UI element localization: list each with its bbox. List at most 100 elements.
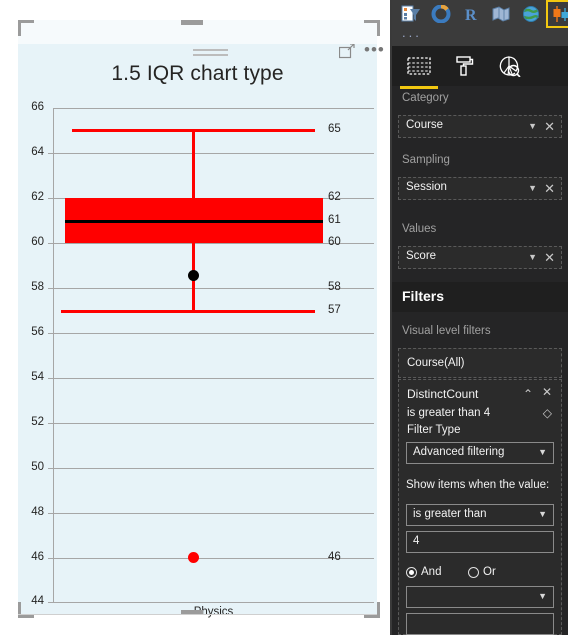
box-whisker-visual-icon[interactable]: [546, 0, 568, 28]
y-axis-label-48: 48: [31, 506, 44, 518]
data-label-outlier: 46: [328, 551, 341, 563]
power-bi-report-window: ••• 1.5 IQR chart type 66 64 62 60 58 56…: [0, 0, 568, 635]
gridline-48: [53, 513, 374, 514]
filter-second-operand-input[interactable]: [406, 613, 554, 635]
gridline-64: [53, 153, 374, 154]
tab-fields-underline: [400, 86, 438, 89]
report-canvas[interactable]: ••• 1.5 IQR chart type 66 64 62 60 58 56…: [0, 0, 392, 635]
well-sampling-value: Session: [406, 181, 447, 193]
shape-map-icon[interactable]: [488, 2, 514, 26]
outlier-marker[interactable]: [188, 552, 199, 563]
gridline-66: [53, 108, 374, 109]
box-whisker-visual[interactable]: ••• 1.5 IQR chart type 66 64 62 60 58 56…: [18, 20, 384, 618]
radio-or[interactable]: Or: [468, 566, 512, 580]
mean-marker[interactable]: [188, 270, 199, 281]
plot-area: 66 64 62 60 58 56 54 52 50 48 46 44 65 6…: [18, 20, 377, 618]
well-category-value: Course: [406, 119, 444, 131]
filter-condition-text: is greater than 4: [407, 407, 491, 419]
data-label-upper-whisker: 65: [328, 123, 341, 135]
y-axis-label-58: 58: [31, 281, 44, 293]
gridline-52: [53, 423, 374, 424]
well-category-chevron-down-icon[interactable]: ▼: [528, 121, 537, 131]
filter-operand-input[interactable]: 4: [406, 531, 554, 553]
well-category[interactable]: Course ▼ ✕: [398, 115, 562, 138]
y-axis-label-62: 62: [31, 191, 44, 203]
resize-handle-top-left[interactable]: [18, 20, 34, 36]
svg-text:R: R: [465, 7, 477, 23]
radio-or-outer-circle: [468, 567, 479, 578]
radio-or-label: Or: [483, 566, 496, 578]
filter-operator-chevron-down-icon: ▼: [538, 509, 547, 519]
visualizations-pane: R ... Category Course ▼ ✕ Sampling Sessi…: [392, 0, 568, 635]
well-label-values: Values: [402, 223, 437, 235]
resize-handle-top[interactable]: [181, 20, 203, 25]
resize-handle-bottom-left[interactable]: [18, 602, 34, 618]
well-sampling-close-icon[interactable]: ✕: [544, 180, 555, 198]
clear-filter-eraser-icon[interactable]: ◇: [543, 406, 552, 420]
y-axis-label-46: 46: [31, 551, 44, 563]
resize-handle-top-right[interactable]: [364, 20, 380, 36]
well-sampling-chevron-down-icon[interactable]: ▼: [528, 183, 537, 193]
globe-map-icon[interactable]: [518, 2, 544, 26]
data-label-median: 61: [328, 214, 341, 226]
filter-operand-value: 4: [413, 535, 420, 547]
show-items-label: Show items when the value:: [406, 479, 550, 491]
well-values-value: Score: [406, 250, 437, 262]
filter-card-course[interactable]: Course(All): [398, 348, 562, 378]
tab-fields[interactable]: [400, 52, 438, 80]
donut-chart-icon[interactable]: [428, 2, 454, 26]
upper-whisker-stem: [192, 129, 195, 200]
gallery-more-icon[interactable]: ...: [402, 26, 422, 39]
resize-handle-bottom-right[interactable]: [364, 602, 380, 618]
filter-card-title: DistinctCount: [407, 387, 479, 401]
visualization-gallery: R ...: [392, 0, 568, 46]
x-axis-category-label: Physics: [193, 606, 234, 618]
well-sampling[interactable]: Session ▼ ✕: [398, 177, 562, 200]
filter-second-operator-chevron-down-icon: ▼: [538, 591, 547, 601]
r-script-visual-icon[interactable]: R: [458, 2, 484, 26]
y-axis-label-52: 52: [31, 416, 44, 428]
filter-second-operator-dropdown[interactable]: ▼: [406, 586, 554, 608]
filter-card-course-title: Course(All): [407, 357, 465, 369]
well-values-close-icon[interactable]: ✕: [544, 249, 555, 267]
data-label-q3: 62: [328, 191, 341, 203]
filter-type-chevron-down-icon: ▼: [538, 447, 547, 457]
tab-analytics[interactable]: [490, 52, 528, 80]
x-axis-line: [53, 602, 374, 603]
filters-header: Filters: [392, 282, 568, 312]
y-axis-label-54: 54: [31, 371, 44, 383]
remove-filter-close-icon[interactable]: ✕: [542, 385, 552, 399]
well-label-category: Category: [402, 92, 449, 104]
funnel-chart-icon[interactable]: [398, 2, 424, 26]
well-values-chevron-down-icon[interactable]: ▼: [528, 252, 537, 262]
y-axis-label-50: 50: [31, 461, 44, 473]
radio-and-inner-dot: [409, 570, 414, 575]
filter-type-dropdown[interactable]: Advanced filtering ▼: [406, 442, 554, 464]
y-axis-line: [53, 108, 54, 602]
collapse-chevron-up-icon[interactable]: ⌃: [523, 387, 533, 401]
data-label-mean: 58: [328, 281, 341, 293]
median-line: [65, 220, 323, 223]
tab-format[interactable]: [445, 52, 483, 80]
radio-and[interactable]: And: [406, 566, 458, 580]
well-label-sampling: Sampling: [402, 154, 450, 166]
data-label-lower-whisker: 57: [328, 304, 341, 316]
gridline-56: [53, 333, 374, 334]
filter-operator-dropdown[interactable]: is greater than ▼: [406, 504, 554, 526]
pane-tabbar: [392, 46, 568, 89]
y-axis-label-64: 64: [31, 146, 44, 158]
filter-type-value: Advanced filtering: [413, 446, 505, 458]
well-category-close-icon[interactable]: ✕: [544, 118, 555, 136]
lower-whisker-cap: [61, 310, 315, 313]
radio-and-label: And: [421, 566, 442, 578]
y-axis-label-56: 56: [31, 326, 44, 338]
filters-subtitle: Visual level filters: [402, 325, 491, 337]
gridline-58: [53, 288, 374, 289]
gridline-50: [53, 468, 374, 469]
data-label-q1: 60: [328, 236, 341, 248]
filters-title: Filters: [402, 288, 445, 304]
gridline-46: [53, 558, 374, 559]
well-values[interactable]: Score ▼ ✕: [398, 246, 562, 269]
selection-border-bottom: [18, 614, 377, 615]
filter-operator-value: is greater than: [413, 508, 487, 520]
